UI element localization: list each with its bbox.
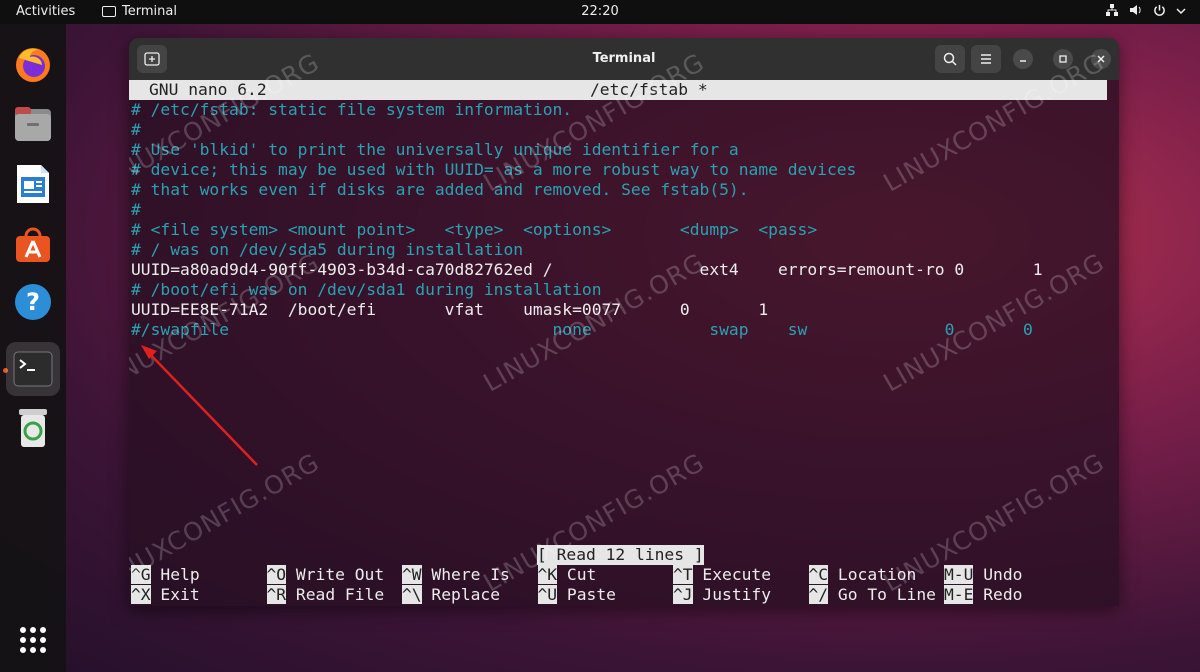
- clock[interactable]: 22:20: [0, 4, 1200, 19]
- top-bar: Activities Terminal 22:20: [0, 0, 1200, 24]
- power-icon: [1153, 4, 1166, 20]
- app-menu[interactable]: Terminal: [102, 4, 177, 19]
- network-icon: [1105, 3, 1119, 20]
- software-store-icon[interactable]: [9, 220, 57, 268]
- volume-icon: [1129, 3, 1143, 20]
- svg-text:?: ?: [26, 288, 40, 316]
- files-icon[interactable]: [9, 100, 57, 148]
- terminal-dock-icon[interactable]: [6, 342, 60, 396]
- system-tray[interactable]: [1105, 3, 1186, 20]
- help-icon[interactable]: ?: [9, 278, 57, 326]
- show-apps-icon[interactable]: [9, 616, 57, 664]
- app-name: Terminal: [122, 4, 177, 19]
- dock: ?: [0, 24, 66, 672]
- firefox-icon[interactable]: [9, 40, 57, 88]
- terminal-icon: [102, 6, 116, 17]
- terminal-window: Terminal GNU nano 6.2 /etc/fstab * # /et…: [129, 38, 1119, 606]
- trash-icon[interactable]: [9, 404, 57, 452]
- annotation-arrow: [141, 345, 258, 466]
- writer-icon[interactable]: [9, 160, 57, 208]
- activities-button[interactable]: Activities: [16, 4, 75, 19]
- chevron-down-icon: [1176, 5, 1186, 19]
